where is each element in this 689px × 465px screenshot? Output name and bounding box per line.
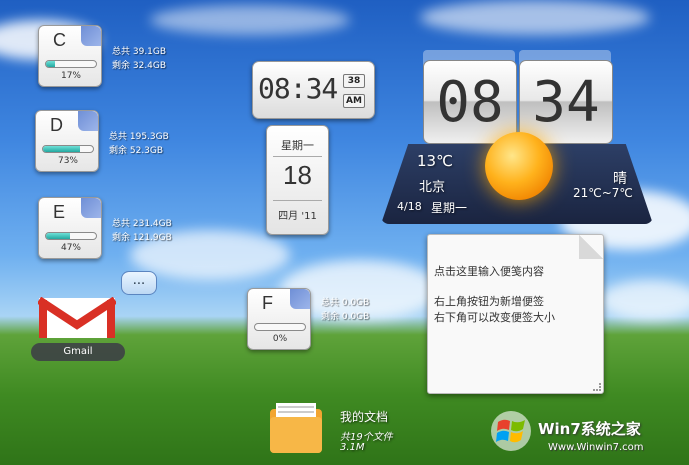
- gmail-icon[interactable]: [38, 297, 116, 339]
- flip-minute: 34: [519, 60, 613, 144]
- watermark-url: Www.Winwin7.com: [548, 442, 644, 453]
- calendar-divider: [273, 156, 322, 157]
- drive-info: 总共 195.3GB 剩余 52.3GB: [109, 130, 169, 158]
- drive-total: 总共 195.3GB: [109, 132, 169, 142]
- weather-city: 北京: [419, 180, 446, 195]
- windows-logo-icon: [491, 411, 531, 451]
- drive-percent: 0%: [272, 334, 288, 344]
- drive-letter: D: [50, 115, 63, 135]
- documents-title[interactable]: 我的文档: [340, 408, 388, 425]
- drive-usage-fill: [46, 61, 55, 67]
- weather-date: 4/18: [397, 200, 422, 213]
- drive-percent: 47%: [60, 243, 81, 253]
- flip-hour: 08: [423, 60, 517, 144]
- weather-temperature: 13℃: [417, 152, 453, 170]
- calendar-month: 四月 '11: [278, 211, 317, 222]
- calendar-gadget[interactable]: 星期一 18 四月 '11: [266, 125, 329, 235]
- resize-handle[interactable]: [593, 383, 601, 391]
- clock-time: 08:34: [258, 72, 338, 105]
- drive-letter: F: [262, 293, 273, 313]
- new-note-button[interactable]: [579, 235, 603, 259]
- drive-fold: [290, 289, 310, 309]
- drive-free: 剩余 0.0GB: [321, 312, 370, 322]
- drive-letter: C: [53, 30, 66, 50]
- weather-weekday: 星期一: [431, 201, 468, 215]
- drive-usage-fill: [43, 146, 80, 152]
- drive-usage-fill: [46, 233, 70, 239]
- note-text: 右上角按钮为新增便签: [434, 295, 544, 308]
- note-text: 右下角可以改变便签大小: [434, 311, 555, 324]
- documents-size: 3.1M: [340, 442, 365, 453]
- drive-card: F 0%: [247, 288, 311, 350]
- drive-card: D 73%: [35, 110, 99, 172]
- sticky-note-gadget[interactable]: 点击这里输入便笺内容 右上角按钮为新增便签 右下角可以改变便签大小: [427, 234, 604, 394]
- drive-info: 总共 39.1GB 剩余 32.4GB: [112, 45, 166, 73]
- drive-info: 总共 0.0GB 剩余 0.0GB: [321, 296, 369, 324]
- clock-seconds: 38: [343, 74, 365, 88]
- drive-usage-bar: [45, 60, 97, 68]
- drive-usage-bar: [254, 323, 306, 331]
- digital-clock-gadget[interactable]: 08:34 38 AM: [252, 61, 375, 119]
- drive-free: 剩余 52.3GB: [109, 146, 164, 156]
- drive-percent: 17%: [60, 71, 81, 81]
- clock-ampm: AM: [343, 94, 365, 108]
- drive-percent: 73%: [57, 156, 78, 166]
- weather-condition: 晴: [613, 171, 627, 187]
- drive-card: E 47%: [38, 197, 102, 259]
- drive-fold: [81, 198, 101, 218]
- documents-count: 共19个文件: [340, 432, 393, 443]
- gmail-label[interactable]: Gmail: [31, 343, 125, 361]
- calendar-weekday: 星期一: [281, 139, 314, 152]
- calendar-divider: [273, 200, 322, 201]
- drive-total: 总共 231.4GB: [112, 219, 172, 229]
- drive-usage-bar: [45, 232, 97, 240]
- drive-card: C 17%: [38, 25, 102, 87]
- drive-info: 总共 231.4GB 剩余 121.9GB: [112, 217, 172, 245]
- drive-fold: [78, 111, 98, 131]
- weather-clock-gadget[interactable]: 08 34 13℃ 北京 4/18 星期一 晴 21℃~7℃: [381, 48, 653, 226]
- drive-total: 总共 0.0GB: [321, 298, 370, 308]
- drive-fold: [81, 26, 101, 46]
- drive-total: 总共 39.1GB: [112, 47, 167, 57]
- more-gadgets-button[interactable]: ...: [121, 271, 157, 295]
- sunny-weather-icon: [485, 132, 553, 200]
- weather-range: 21℃~7℃: [573, 186, 633, 200]
- drive-free: 剩余 121.9GB: [112, 233, 172, 243]
- calendar-day: 18: [283, 160, 312, 190]
- watermark-text: Win7系统之家: [538, 420, 641, 438]
- folder-icon[interactable]: [268, 401, 324, 455]
- drive-letter: E: [53, 202, 66, 222]
- drive-usage-bar: [42, 145, 94, 153]
- drive-free: 剩余 32.4GB: [112, 61, 167, 71]
- note-text: 点击这里输入便笺内容: [434, 265, 544, 278]
